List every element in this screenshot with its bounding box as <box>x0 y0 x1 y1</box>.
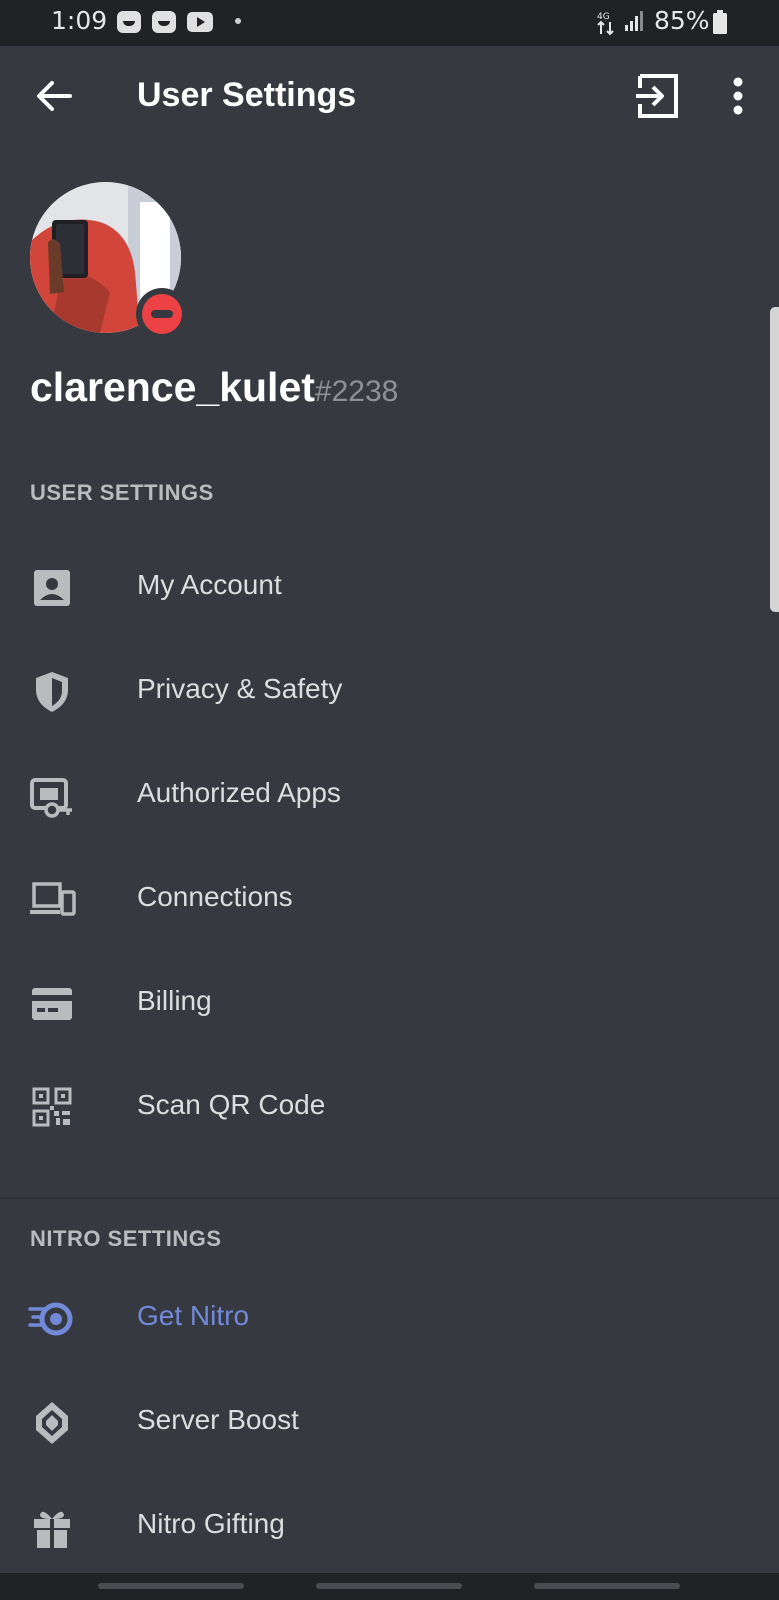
scrollbar[interactable] <box>770 307 779 612</box>
app-notification-icon <box>152 11 176 33</box>
nav-handle[interactable] <box>534 1583 680 1589</box>
arrow-left-icon <box>37 81 72 111</box>
settings-item-label: Scan QR Code <box>137 1089 326 1120</box>
settings-item-label: My Account <box>137 569 282 600</box>
notification-dot <box>235 18 241 24</box>
signal-icon <box>625 11 643 31</box>
username-line: clarence_kulet#2238 <box>30 364 398 411</box>
data-transfer-icon: 4G <box>597 12 614 36</box>
settings-item-label: Nitro Gifting <box>137 1508 285 1539</box>
battery-icon <box>713 10 727 34</box>
battery-percentage: 85% <box>654 6 710 35</box>
settings-item-privacy-safety[interactable]: Privacy & Safety <box>0 640 779 744</box>
credit-card-icon <box>32 988 72 1020</box>
gift-icon <box>34 1511 70 1548</box>
section-header-nitro-settings: NITRO SETTINGS <box>30 1226 222 1251</box>
username: clarence_kulet <box>30 364 315 410</box>
settings-item-label: Get Nitro <box>137 1300 250 1331</box>
profile-header: clarence_kulet#2238 <box>0 152 779 453</box>
settings-item-get-nitro[interactable]: Get Nitro <box>0 1267 779 1371</box>
settings-item-label: Authorized Apps <box>137 777 341 808</box>
status-indicator <box>136 288 188 340</box>
more-options-button[interactable] <box>718 72 758 120</box>
status-time: 1:09 <box>51 6 108 35</box>
status-bar: 1:09 4G 85% <box>0 0 779 46</box>
youtube-icon <box>187 12 213 32</box>
settings-item-authorized-apps[interactable]: Authorized Apps <box>0 744 779 848</box>
discriminator: #2238 <box>314 375 399 408</box>
do-not-disturb-icon <box>142 294 182 334</box>
logout-button[interactable] <box>632 72 682 120</box>
more-vertical-icon <box>733 77 743 115</box>
settings-item-scan-qr-code[interactable]: Scan QR Code <box>0 1056 779 1160</box>
nav-handle[interactable] <box>316 1583 462 1589</box>
account-card-icon <box>34 570 70 606</box>
svg-text:4G: 4G <box>597 12 610 22</box>
settings-list: USER SETTINGS My Account Privacy & Safet… <box>0 453 779 1573</box>
nitro-icon <box>28 1302 73 1336</box>
shield-icon <box>36 672 68 712</box>
section-header-user-settings: USER SETTINGS <box>30 480 214 505</box>
app-notification-icon <box>117 11 141 33</box>
back-button[interactable] <box>28 70 80 122</box>
settings-item-label: Billing <box>137 985 212 1016</box>
settings-item-my-account[interactable]: My Account <box>0 536 779 640</box>
app-bar: User Settings <box>0 46 779 152</box>
settings-item-label: Privacy & Safety <box>137 673 343 704</box>
settings-item-label: Connections <box>137 881 293 912</box>
settings-item-label: Server Boost <box>137 1404 299 1435</box>
logout-icon <box>636 74 678 118</box>
settings-item-nitro-gifting[interactable]: Nitro Gifting <box>0 1475 779 1579</box>
authorized-apps-icon <box>30 778 72 818</box>
nav-handle[interactable] <box>98 1583 244 1589</box>
devices-icon <box>30 882 76 916</box>
settings-item-billing[interactable]: Billing <box>0 952 779 1056</box>
settings-item-server-boost[interactable]: Server Boost <box>0 1371 779 1475</box>
navigation-bar <box>0 1573 779 1600</box>
server-boost-icon <box>36 1402 68 1444</box>
page-title: User Settings <box>137 76 357 114</box>
qr-code-icon <box>32 1087 72 1127</box>
settings-item-connections[interactable]: Connections <box>0 848 779 952</box>
section-divider <box>0 1198 779 1199</box>
